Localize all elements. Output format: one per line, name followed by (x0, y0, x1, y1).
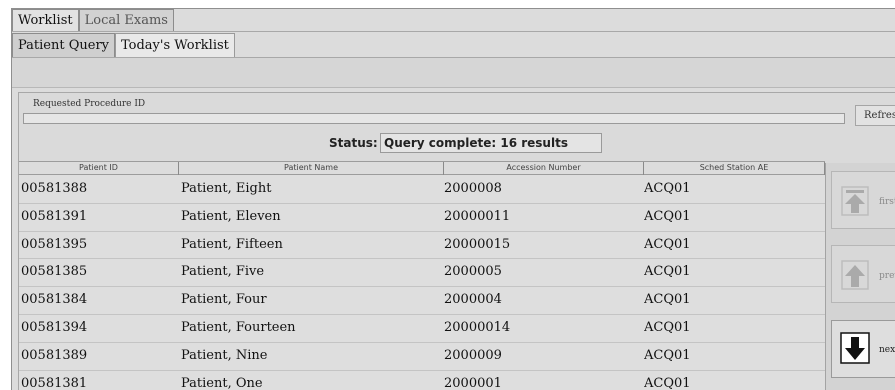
pagination-panel: first prev next (825, 163, 895, 390)
tab-todays-worklist[interactable]: Today's Worklist (115, 33, 235, 57)
cell-sched-station-ae: ACQ01 (644, 208, 691, 224)
cell-patient-id: 00581395 (21, 236, 88, 252)
cell-patient-id: 00581381 (21, 375, 88, 390)
tab-local-exams[interactable]: Local Exams (78, 9, 174, 31)
column-header-patient-name[interactable]: Patient Name (179, 162, 444, 175)
cell-patient-id: 00581394 (21, 319, 88, 335)
status-label: Status: (329, 136, 378, 150)
cell-sched-station-ae: ACQ01 (644, 181, 691, 196)
cell-patient-name: Patient, Four (181, 292, 267, 308)
refresh-button[interactable]: Refresh (855, 105, 895, 126)
worklist-app: Worklist Local Exams Patient Query Today… (11, 8, 895, 390)
cell-patient-name: Patient, Nine (181, 347, 268, 363)
requested-procedure-input[interactable] (23, 113, 845, 124)
table-row[interactable]: 00581389 Patient, Nine 2000009 ACQ01 (19, 343, 825, 371)
cell-accession-number: 20000014 (444, 319, 511, 335)
toolbar-band (12, 58, 895, 88)
table-row[interactable]: 00581394 Patient, Fourteen 20000014 ACQ0… (19, 315, 825, 343)
cell-patient-name: Patient, Fifteen (181, 236, 283, 252)
next-label: next (879, 345, 895, 355)
cell-patient-name: Patient, Five (181, 264, 265, 280)
prev-label: prev (879, 271, 895, 281)
cell-patient-name: Patient, One (181, 375, 263, 390)
table-row[interactable]: 00581391 Patient, Eleven 20000011 ACQ01 (19, 204, 825, 232)
cell-patient-name: Patient, Eleven (181, 208, 281, 224)
column-header-patient-id[interactable]: Patient ID (19, 162, 179, 175)
status-value: Query complete: 16 results (380, 133, 602, 153)
table-row[interactable]: 00581385 Patient, Five 2000005 ACQ01 (19, 259, 825, 288)
next-page-button[interactable]: next (831, 320, 895, 378)
worklist-panel: Requested Procedure ID Refresh Status: Q… (18, 92, 895, 390)
cell-accession-number: 20000011 (444, 208, 511, 224)
table-row[interactable]: 00581384 Patient, Four 2000004 ACQ01 (19, 287, 825, 315)
arrow-up-icon (841, 260, 869, 290)
cell-accession-number: 2000004 (444, 292, 502, 308)
cell-sched-station-ae: ACQ01 (644, 264, 691, 280)
cell-sched-station-ae: ACQ01 (644, 319, 691, 335)
column-header-accession-number[interactable]: Accession Number (444, 162, 644, 175)
cell-patient-name: Patient, Eight (181, 181, 272, 196)
cell-sched-station-ae: ACQ01 (644, 236, 691, 252)
first-page-button[interactable]: first (831, 171, 895, 229)
requested-procedure-label: Requested Procedure ID (33, 99, 146, 109)
cell-accession-number: 2000005 (444, 264, 502, 280)
table-row[interactable]: 00581395 Patient, Fifteen 20000015 ACQ01 (19, 232, 825, 260)
cell-accession-number: 20000015 (444, 236, 511, 252)
cell-patient-id: 00581389 (21, 347, 88, 363)
cell-patient-id: 00581391 (21, 208, 88, 224)
cell-sched-station-ae: ACQ01 (644, 375, 691, 390)
table-header: Patient ID Patient Name Accession Number… (19, 161, 825, 175)
column-header-sched-station-ae[interactable]: Sched Station AE (644, 162, 825, 175)
table-body: 00581388 Patient, Eight 2000008 ACQ01 00… (19, 176, 825, 390)
tab-patient-query[interactable]: Patient Query (12, 33, 115, 57)
cell-patient-id: 00581388 (21, 181, 88, 196)
arrow-up-to-top-icon (841, 186, 869, 216)
cell-accession-number: 2000001 (444, 375, 502, 390)
cell-patient-id: 00581385 (21, 264, 88, 280)
cell-patient-name: Patient, Fourteen (181, 319, 296, 335)
main-tab-bar: Worklist Local Exams (12, 9, 895, 31)
cell-patient-id: 00581384 (21, 292, 88, 308)
sub-tab-bar: Patient Query Today's Worklist (12, 32, 895, 57)
cell-accession-number: 2000008 (444, 181, 502, 196)
arrow-down-icon (840, 332, 870, 364)
cell-sched-station-ae: ACQ01 (644, 292, 691, 308)
table-row[interactable]: 00581388 Patient, Eight 2000008 ACQ01 (19, 176, 825, 204)
first-label: first (879, 197, 895, 207)
cell-accession-number: 2000009 (444, 347, 502, 363)
cell-sched-station-ae: ACQ01 (644, 347, 691, 363)
worklist-table: Patient ID Patient Name Accession Number… (19, 161, 825, 390)
table-row[interactable]: 00581381 Patient, One 2000001 ACQ01 (19, 371, 825, 390)
tab-worklist[interactable]: Worklist (12, 9, 79, 31)
prev-page-button[interactable]: prev (831, 245, 895, 303)
